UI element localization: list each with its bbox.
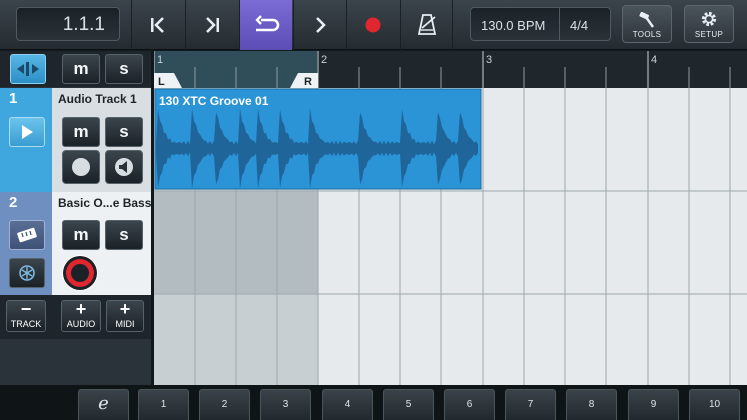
keyboard-key-4[interactable]: 4 <box>322 389 373 420</box>
keyboard-key-1[interactable]: 1 <box>138 389 189 420</box>
edit-button[interactable]: e <box>78 389 129 420</box>
audio-clip[interactable]: 130 XTC Groove 01 <box>154 88 482 190</box>
minus-icon: − <box>20 299 32 319</box>
track-1-body: Audio Track 1 m s <box>52 88 152 192</box>
record-button[interactable] <box>346 0 399 50</box>
add-audio-label: AUDIO <box>66 319 96 329</box>
hammer-icon <box>639 12 654 28</box>
speaker-icon <box>115 158 133 176</box>
track-1-mute-button[interactable]: m <box>62 117 100 147</box>
track-1-name: Audio Track 1 <box>58 92 137 106</box>
tempo-value: 130.0 BPM <box>481 18 546 33</box>
track-1-header[interactable]: 1 Audio Track 1 m s <box>0 88 152 192</box>
circle-icon <box>72 158 90 176</box>
keyboard-key-7[interactable]: 7 <box>505 389 556 420</box>
tempo-display[interactable]: 130.0 BPM 4/4 <box>470 7 611 41</box>
keyboard-key-9[interactable]: 9 <box>628 389 679 420</box>
snowflake-icon <box>19 265 35 281</box>
bar-number-3: 3 <box>486 54 492 66</box>
keyboard-key-6[interactable]: 6 <box>444 389 495 420</box>
plus-icon: + <box>75 299 87 319</box>
metronome-button[interactable] <box>400 0 453 50</box>
metronome-icon <box>417 14 436 35</box>
track-1-monitor-button[interactable] <box>9 117 45 147</box>
remove-track-label: TRACK <box>10 319 42 329</box>
track-2-number: 2 <box>9 194 18 211</box>
track-1-number: 1 <box>9 90 18 107</box>
record-icon <box>63 256 97 290</box>
skip-back-icon <box>151 17 164 33</box>
global-mute-button[interactable]: m <box>62 54 100 84</box>
setup-button[interactable]: SETUP <box>684 5 734 43</box>
arrange-window[interactable]: 130 XTC Groove 01 <box>154 88 747 385</box>
global-solo-button[interactable]: s <box>105 54 143 84</box>
track-2-settings-button[interactable] <box>9 258 45 288</box>
track-2-mute-button[interactable]: m <box>62 220 100 250</box>
track-1-number-area: 1 <box>0 88 52 192</box>
play-button[interactable] <box>293 0 346 50</box>
setup-label: SETUP <box>694 30 724 39</box>
track-list-empty-area <box>0 339 152 385</box>
track-1-record-enable-button[interactable] <box>62 150 100 184</box>
inspector-toggle-button[interactable] <box>10 54 46 84</box>
loop-button[interactable] <box>239 0 292 50</box>
record-icon <box>365 17 381 33</box>
skip-forward-icon <box>206 17 219 33</box>
track-2-solo-button[interactable]: s <box>105 220 143 250</box>
tools-button[interactable]: TOOLS <box>622 5 672 43</box>
right-locator-label: R <box>304 76 312 88</box>
time-signature: 4/4 <box>570 18 589 33</box>
add-midi-label: MIDI <box>115 319 135 329</box>
arrange-grid: 130 XTC Groove 01 <box>154 88 747 385</box>
keyboard-key-10[interactable]: 10 <box>689 389 740 420</box>
track-list-panel: m s 1 Audio Track 1 m s 2 Basic O...e Ba… <box>0 51 152 385</box>
keyboard-key-3[interactable]: 3 <box>260 389 311 420</box>
go-to-start-button[interactable] <box>131 0 184 50</box>
track-2-header[interactable]: 2 Basic O...e Bass m s <box>0 192 152 296</box>
tools-label: TOOLS <box>632 30 662 39</box>
keyboard-key-8[interactable]: 8 <box>566 389 617 420</box>
track-add-remove-bar: − TRACK + AUDIO + MIDI <box>0 295 152 339</box>
transport-bar: 1.1.1 130.0 BPM 4/4 TOOLS SETUP <box>0 0 747 50</box>
clip-name: 130 XTC Groove 01 <box>159 94 269 108</box>
keyboard-key-2[interactable]: 2 <box>199 389 250 420</box>
left-locator-label: L <box>158 76 165 88</box>
play-icon <box>316 17 326 33</box>
gear-icon <box>701 11 717 27</box>
ruler-graphics: 1 2 3 4 L R <box>153 51 731 88</box>
bar-number-4: 4 <box>651 54 657 66</box>
keyboard-icon <box>17 227 37 243</box>
add-audio-track-button[interactable]: + AUDIO <box>61 300 101 332</box>
track-1-monitor-speaker-button[interactable] <box>105 150 143 184</box>
remove-track-button[interactable]: − TRACK <box>6 300 46 332</box>
bar-number-1: 1 <box>157 54 163 66</box>
keyboard-key-5[interactable]: 5 <box>383 389 434 420</box>
tempo-separator <box>559 8 560 40</box>
position-display[interactable]: 1.1.1 <box>16 7 120 41</box>
go-to-end-button[interactable] <box>185 0 238 50</box>
track-1-solo-button[interactable]: s <box>105 117 143 147</box>
track-2-record-enable-button[interactable] <box>62 255 98 291</box>
add-midi-track-button[interactable]: + MIDI <box>106 300 144 332</box>
track-header-controls: m s <box>0 51 152 87</box>
track-2-name: Basic O...e Bass <box>58 196 152 210</box>
bottom-keyboard-bar: e 1 2 3 4 5 6 7 8 9 10 <box>0 385 747 420</box>
track-2-body: Basic O...e Bass m s <box>52 192 152 296</box>
track-2-instrument-button[interactable] <box>9 220 45 250</box>
bar-number-2: 2 <box>321 54 327 66</box>
loop-icon <box>255 15 280 32</box>
timeline-ruler[interactable]: 1 2 3 4 L R <box>153 51 747 88</box>
split-arrows-icon <box>17 62 39 76</box>
play-arrow-icon <box>22 125 33 139</box>
plus-icon: + <box>119 299 131 319</box>
track-2-number-area: 2 <box>0 192 52 296</box>
